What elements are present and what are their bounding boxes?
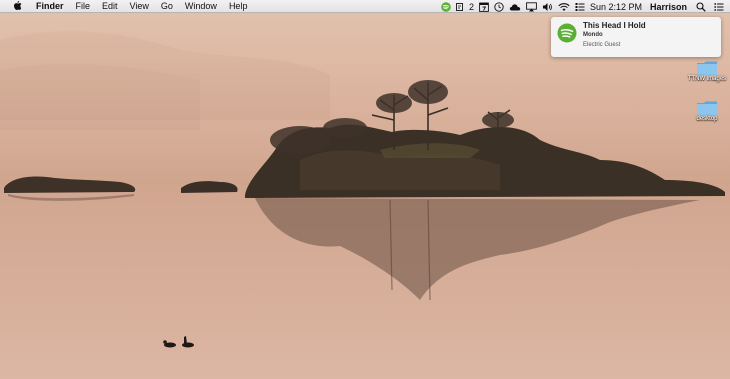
folder-icon xyxy=(697,61,717,75)
adobe-creative-cloud-icon[interactable]: 2 xyxy=(455,0,474,13)
menu-help[interactable]: Help xyxy=(223,0,254,13)
notification-banner[interactable]: This Head I Hold Mondo Electric Guest xyxy=(551,17,721,57)
desktop-folder-desktop[interactable]: desktop xyxy=(692,100,722,123)
menu-extra-icon[interactable] xyxy=(575,0,585,13)
cloud-icon[interactable] xyxy=(509,0,521,13)
desktop-icon-label: desktop xyxy=(696,116,718,122)
menu-view[interactable]: View xyxy=(124,0,155,13)
airplay-icon[interactable] xyxy=(526,0,537,13)
menubar-clock[interactable]: Sun 2:12 PM xyxy=(590,2,642,12)
notification-title: This Head I Hold xyxy=(583,21,646,30)
wifi-icon[interactable] xyxy=(558,0,570,13)
menubar-user-name[interactable]: Harrison xyxy=(650,2,687,12)
menu-go[interactable]: Go xyxy=(155,0,179,13)
adobe-badge-count: 2 xyxy=(468,1,474,12)
desktop-folder-ttnw-images[interactable]: TTNW images xyxy=(688,60,726,83)
menu-bar: Finder File Edit View Go Window Help 2 S… xyxy=(0,0,730,13)
notification-subtitle: Mondo xyxy=(583,32,603,38)
spotify-icon[interactable] xyxy=(441,0,451,13)
calendar-icon[interactable] xyxy=(479,0,489,13)
menu-window[interactable]: Window xyxy=(179,0,223,13)
menu-file[interactable]: File xyxy=(70,0,97,13)
time-machine-icon[interactable] xyxy=(494,0,504,13)
desktop-icon-label: TTNW images xyxy=(687,76,727,82)
search-icon[interactable] xyxy=(696,0,706,13)
list-icon[interactable] xyxy=(714,0,724,13)
spotify-icon xyxy=(557,23,577,43)
apple-logo-icon[interactable] xyxy=(12,1,22,11)
folder-icon xyxy=(697,101,717,115)
volume-icon[interactable] xyxy=(542,0,553,13)
menu-app-name[interactable]: Finder xyxy=(32,0,70,13)
notification-body: Electric Guest xyxy=(583,42,621,48)
menu-edit[interactable]: Edit xyxy=(96,0,124,13)
